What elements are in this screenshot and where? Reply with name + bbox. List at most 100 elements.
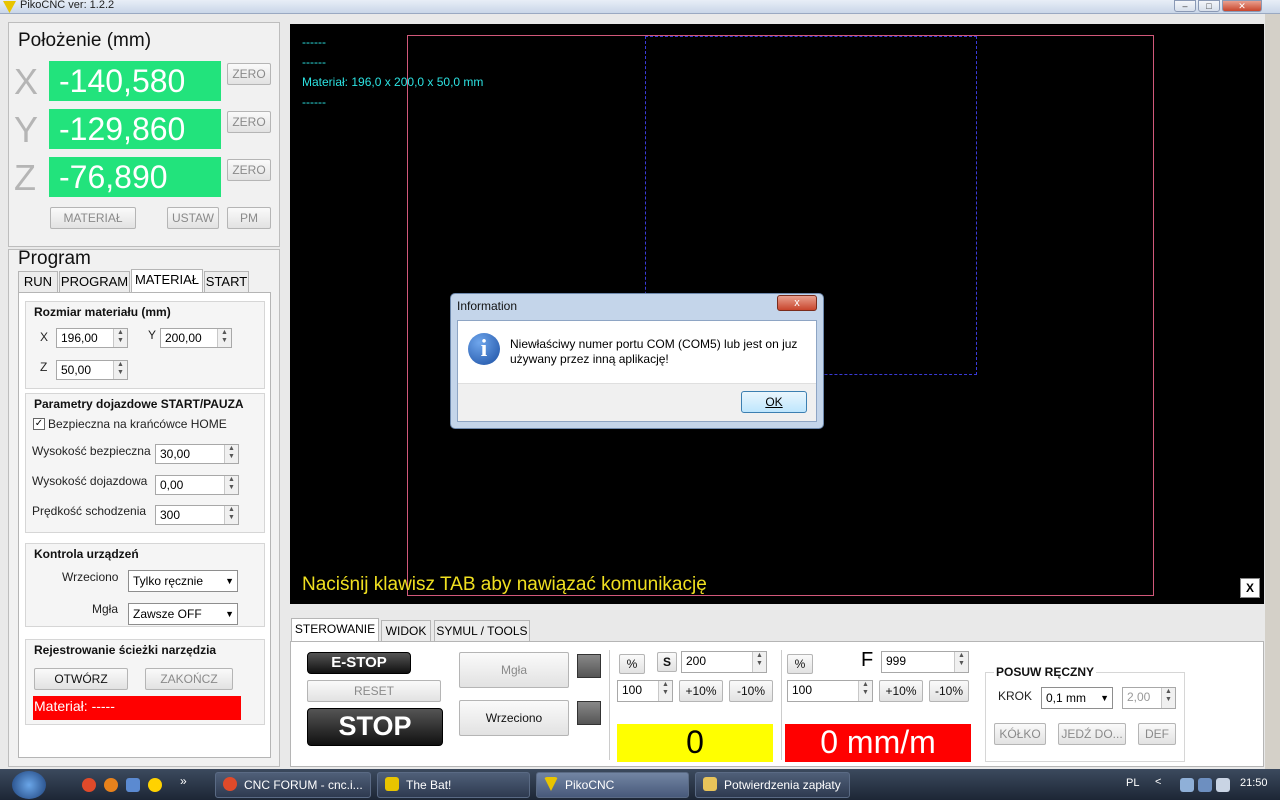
taskbar-item-pikocnc[interactable]: PikoCNC (536, 772, 689, 798)
descent-speed-field[interactable]: 300 ▲ ▼ (155, 505, 239, 525)
start-button-icon[interactable] (12, 771, 46, 799)
mist-button[interactable]: Mgła (459, 652, 569, 688)
maximize-button[interactable]: □ (1198, 0, 1220, 12)
spindle-plus-button[interactable]: +10% (679, 680, 723, 702)
dialog-title: Information (457, 299, 518, 313)
avast-icon[interactable] (148, 778, 162, 792)
language-indicator[interactable]: PL (1126, 777, 1139, 789)
estop-button[interactable]: E-STOP (307, 652, 411, 674)
set-button[interactable]: USTAW (167, 207, 219, 229)
jog-step-select[interactable]: 0,1 mm ▼ (1041, 687, 1113, 709)
tray-expand-icon[interactable]: < (1155, 776, 1161, 788)
canvas-info-line: ------ (302, 95, 326, 109)
canvas-close-button[interactable]: X (1240, 578, 1260, 598)
taskbar-item-payments-folder[interactable]: Potwierdzenia zapłaty (695, 772, 850, 798)
spin-arrows-icon[interactable]: ▲ ▼ (858, 681, 872, 701)
feed-pct-field[interactable]: 100 ▲ ▼ (787, 680, 873, 702)
spindle-s-label: S (657, 652, 677, 672)
folder-icon (703, 777, 717, 791)
canvas-connect-message: Naciśnij klawisz TAB aby nawiązać komuni… (302, 574, 707, 595)
material-tab-content: Rozmiar materiału (mm) X 196,00 ▲ ▼ Y 200,… (18, 292, 271, 758)
feed-minus-button[interactable]: -10% (929, 680, 969, 702)
spindle-button[interactable]: Wrzeciono (459, 700, 569, 736)
explorer-icon[interactable] (126, 778, 140, 792)
z-position-display: -76,890 (49, 157, 221, 197)
toolpath-title: Rejestrowanie ścieżki narzędzia (34, 643, 217, 657)
ok-button[interactable]: OK (741, 391, 807, 413)
feed-plus-button[interactable]: +10% (879, 680, 923, 702)
tab-program[interactable]: PROGRAM (59, 271, 130, 293)
tab-material[interactable]: MATERIAŁ (131, 269, 203, 293)
material-x-field[interactable]: 196,00 ▲ ▼ (56, 328, 128, 348)
jog-step-custom-field[interactable]: 2,00 ▲ ▼ (1122, 687, 1176, 709)
tab-view[interactable]: WIDOK (381, 620, 431, 642)
mist-mode-label: Mgła (92, 602, 119, 616)
goto-button[interactable]: JEDŹ DO... (1058, 723, 1126, 745)
home-checkbox[interactable]: ✓ (33, 418, 45, 430)
approach-height-field[interactable]: 0,00 ▲ ▼ (155, 475, 239, 495)
minimize-button[interactable]: – (1174, 0, 1196, 12)
spin-arrows-icon[interactable]: ▲ ▼ (954, 652, 968, 672)
approach-params-group: Parametry dojazdowe START/PAUZA ✓ Bezpie… (25, 393, 265, 533)
spin-arrows-icon[interactable]: ▲ ▼ (113, 329, 127, 347)
tab-start[interactable]: START (204, 271, 249, 293)
spindle-mode-select[interactable]: Tylko ręcznie ▼ (128, 570, 238, 592)
spindle-speed-display: 0 (617, 724, 773, 762)
material-button[interactable]: MATERIAŁ (50, 207, 136, 229)
pm-button[interactable]: PM (227, 207, 271, 229)
jog-step-label: KROK (998, 689, 1033, 703)
approach-height-label: Wysokość dojazdowa (32, 474, 148, 488)
jog-title: POSUW RĘCZNY (994, 665, 1097, 679)
def-button[interactable]: DEF (1138, 723, 1176, 745)
finish-toolpath-button[interactable]: ZAKOŃCZ (145, 668, 233, 690)
x-axis-label: X (14, 61, 39, 102)
feed-f-field[interactable]: 999 ▲ ▼ (881, 651, 969, 673)
program-panel: Program RUN PROGRAM MATERIAŁ START Rozmi… (8, 248, 280, 767)
tab-run[interactable]: RUN (18, 271, 58, 293)
tab-control[interactable]: STEROWANIE (291, 618, 379, 642)
spin-arrows-icon[interactable]: ▲ ▼ (1161, 688, 1175, 708)
stop-button[interactable]: STOP (307, 708, 443, 746)
tab-simulation[interactable]: SYMUL / TOOLS (434, 620, 530, 642)
tray-network-icon[interactable] (1180, 778, 1194, 792)
clock[interactable]: 21:50 (1240, 777, 1268, 789)
canvas-material-info: Materiał: 196,0 x 200,0 x 50,0 mm (302, 75, 484, 89)
safe-height-field[interactable]: 30,00 ▲ ▼ (155, 444, 239, 464)
taskbar-item-the-bat[interactable]: The Bat! (377, 772, 530, 798)
spin-arrows-icon[interactable]: ▲ ▼ (752, 652, 766, 672)
firefox-icon[interactable] (104, 778, 118, 792)
zero-z-button[interactable]: ZERO (227, 159, 271, 181)
spin-arrows-icon[interactable]: ▲ ▼ (224, 445, 238, 463)
spin-arrows-icon[interactable]: ▲ ▼ (113, 361, 127, 379)
material-x-label: X (40, 330, 49, 344)
close-window-button[interactable]: ✕ (1222, 0, 1262, 12)
y-position-display: -129,860 (49, 109, 221, 149)
open-toolpath-button[interactable]: OTWÓRZ (34, 668, 128, 690)
volume-icon[interactable] (1216, 778, 1230, 792)
material-y-label: Y (148, 328, 157, 342)
dialog-close-button[interactable]: x (777, 295, 817, 311)
spindle-s-field[interactable]: 200 ▲ ▼ (681, 651, 767, 673)
material-z-field[interactable]: 50,00 ▲ ▼ (56, 360, 128, 380)
spindle-minus-button[interactable]: -10% (729, 680, 773, 702)
spindle-pct-field[interactable]: 100 ▲ ▼ (617, 680, 673, 702)
taskbar-item-cnc-forum[interactable]: CNC FORUM - cnc.i... (215, 772, 371, 798)
canvas-info-line: ------ (302, 55, 326, 69)
the-bat-icon (385, 777, 399, 791)
position-heading: Położenie (mm) (18, 30, 152, 51)
tray-monitor-icon[interactable] (1198, 778, 1212, 792)
spin-arrows-icon[interactable]: ▲ ▼ (224, 476, 238, 494)
chrome-icon[interactable] (82, 778, 96, 792)
mist-mode-select[interactable]: Zawsze OFF ▼ (128, 603, 238, 625)
zero-y-button[interactable]: ZERO (227, 111, 271, 133)
spin-arrows-icon[interactable]: ▲ ▼ (217, 329, 231, 347)
handwheel-button[interactable]: KÓŁKO (994, 723, 1046, 745)
zero-x-button[interactable]: ZERO (227, 63, 271, 85)
approach-params-title: Parametry dojazdowe START/PAUZA (34, 397, 244, 411)
spin-arrows-icon[interactable]: ▲ ▼ (224, 506, 238, 524)
material-y-field[interactable]: 200,00 ▲ ▼ (160, 328, 232, 348)
reset-button[interactable]: RESET (307, 680, 441, 702)
dialog-message: Niewłaściwy numer portu COM (COM5) lub j… (510, 337, 798, 366)
spin-arrows-icon[interactable]: ▲ ▼ (658, 681, 672, 701)
quicklaunch-more-icon[interactable]: » (180, 774, 187, 788)
